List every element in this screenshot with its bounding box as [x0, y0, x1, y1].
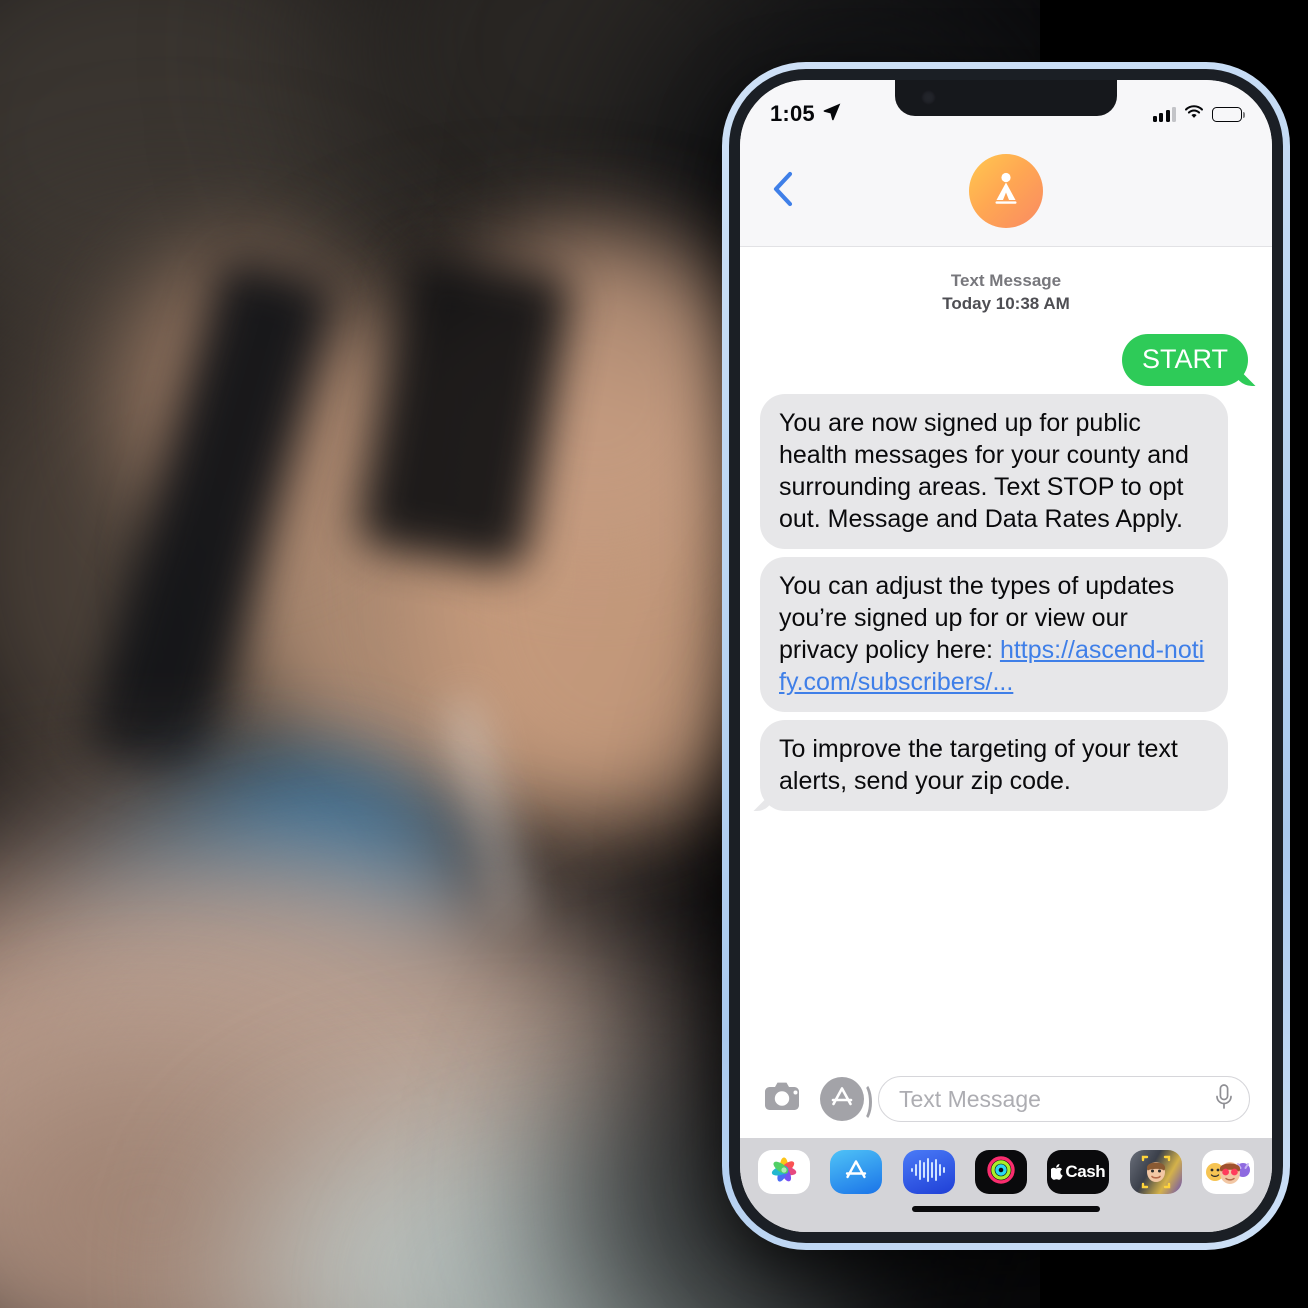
message-bubble-outgoing[interactable]: START [1121, 333, 1248, 387]
apple-cash-icon: Cash [1051, 1162, 1106, 1182]
front-camera-icon [921, 90, 936, 105]
chevron-left-icon [772, 171, 794, 212]
phone-bezel: 1:05 Text Message Today 10:38 AM START Y… [729, 69, 1283, 1243]
cellular-signal-icon [1152, 106, 1176, 122]
phone-screen: 1:05 Text Message Today 10:38 AM START Y… [740, 80, 1272, 1232]
conversation-header [740, 136, 1272, 247]
status-time: 1:05 [770, 101, 815, 126]
app-store-button[interactable] [820, 1077, 872, 1122]
camera-button[interactable] [762, 1077, 806, 1121]
microphone-icon[interactable] [1213, 1083, 1235, 1116]
message-thread: Text Message Today 10:38 AM START You ar… [740, 247, 1272, 1062]
text-message-placeholder: Text Message [899, 1085, 1041, 1112]
battery-full-icon [1212, 106, 1246, 122]
voice-memos-icon [909, 1157, 949, 1188]
home-indicator-bar[interactable] [912, 1206, 1100, 1212]
wifi-icon [1183, 104, 1205, 125]
message-bubble-incoming[interactable]: To improve the targeting of your text al… [760, 720, 1228, 812]
location-arrow-icon [822, 101, 842, 127]
app-drawer-item-memoji-stickers[interactable] [1201, 1150, 1254, 1194]
home-indicator-area [740, 1204, 1272, 1232]
message-row: You are now signed up for public health … [760, 394, 1252, 550]
app-drawer-item-app-store[interactable] [830, 1150, 883, 1194]
app-store-icon [828, 1083, 856, 1116]
app-drawer-item-apple-cash[interactable]: Cash [1047, 1150, 1110, 1194]
phone-notch [895, 80, 1117, 116]
back-button[interactable] [766, 171, 800, 211]
app-drawer: Cash [740, 1138, 1272, 1204]
photos-icon [769, 1155, 799, 1190]
app-store-icon [842, 1156, 870, 1189]
app-drawer-item-fitness[interactable] [974, 1150, 1027, 1194]
message-bubble-incoming[interactable]: You can adjust the types of updates you’… [760, 557, 1228, 713]
message-row: START [760, 333, 1252, 387]
message-composer: Text Message [740, 1062, 1272, 1138]
memoji-stickers-icon [1202, 1150, 1254, 1194]
thread-message-time: Today 10:38 AM [942, 294, 1070, 314]
phone-device: 1:05 Text Message Today 10:38 AM START Y… [722, 62, 1290, 1250]
memoji-icon [1130, 1150, 1182, 1194]
thread-message-kind: Text Message [950, 271, 1062, 290]
text-message-input[interactable]: Text Message [878, 1076, 1250, 1122]
thread-timestamp: Text Message Today 10:38 AM [760, 269, 1252, 316]
message-row: To improve the targeting of your text al… [760, 720, 1252, 812]
camera-icon [764, 1080, 804, 1119]
status-bar-right [1152, 104, 1246, 125]
app-drawer-item-memoji[interactable] [1129, 1150, 1182, 1194]
avatar[interactable] [969, 154, 1043, 228]
message-bubble-incoming[interactable]: You are now signed up for public health … [760, 394, 1228, 550]
apple-cash-label: Cash [1065, 1162, 1106, 1181]
fitness-rings-icon [986, 1155, 1016, 1190]
status-bar-left: 1:05 [770, 101, 842, 127]
app-drawer-item-voice-memos[interactable] [902, 1150, 955, 1194]
ascend-logo-icon [985, 168, 1027, 215]
app-drawer-item-photos[interactable] [758, 1150, 810, 1194]
message-row: You can adjust the types of updates you’… [760, 557, 1252, 713]
